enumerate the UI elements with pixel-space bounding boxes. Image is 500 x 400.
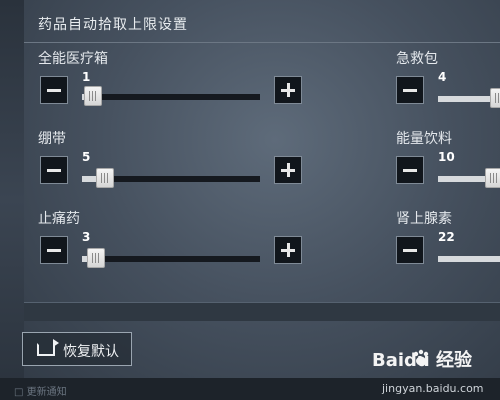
item-value: 10 — [438, 150, 455, 164]
footer-left-text: □ 更新通知 — [14, 387, 67, 398]
slider-fill — [438, 256, 500, 262]
increase-button[interactable] — [274, 156, 302, 184]
restore-default-button[interactable]: 恢复默认 — [22, 332, 132, 366]
left-edge-panel — [0, 0, 24, 400]
decrease-button[interactable] — [40, 156, 68, 184]
setting-item-adrenaline: 肾上腺素 22 — [396, 208, 500, 268]
item-value: 5 — [82, 150, 91, 164]
item-label: 全能医疗箱 — [38, 51, 108, 67]
slider-track[interactable] — [82, 248, 260, 268]
increase-button[interactable] — [274, 76, 302, 104]
slider-track[interactable] — [438, 88, 500, 108]
setting-item-medkit: 全能医疗箱 1 — [38, 48, 302, 108]
decrease-button[interactable] — [40, 76, 68, 104]
setting-item-energy-drink: 能量饮料 10 — [396, 128, 500, 188]
slider-thumb[interactable] — [484, 168, 500, 188]
slider-thumb[interactable] — [83, 86, 102, 106]
setting-item-bandage: 绷带 5 — [38, 128, 302, 188]
slider-thumb[interactable] — [96, 168, 115, 188]
slider-thumb[interactable] — [87, 248, 106, 268]
watermark-url: jingyan.baidu.com — [382, 382, 484, 395]
slider-track[interactable] — [438, 168, 500, 188]
item-value: 4 — [438, 70, 447, 84]
item-value: 22 — [438, 230, 455, 244]
slider-track[interactable] — [438, 256, 500, 262]
item-label: 肾上腺素 — [396, 211, 452, 227]
item-value: 3 — [82, 230, 91, 244]
slider-track[interactable] — [82, 168, 260, 188]
item-label: 止痛药 — [38, 211, 80, 227]
slider-track[interactable] — [82, 86, 260, 106]
title-divider — [24, 42, 500, 43]
restore-default-label: 恢复默认 — [63, 344, 119, 360]
item-label: 绷带 — [38, 131, 66, 147]
section-title: 药品自动拾取上限设置 — [38, 17, 188, 33]
decrease-button[interactable] — [396, 76, 424, 104]
minus-icon — [403, 89, 417, 92]
setting-item-first-aid-kit: 急救包 4 — [396, 48, 500, 108]
item-value: 1 — [82, 70, 91, 84]
panel-bottom-strip — [24, 302, 500, 321]
minus-icon — [403, 169, 417, 172]
setting-item-painkiller: 止痛药 3 — [38, 208, 302, 268]
item-label: 能量饮料 — [396, 131, 452, 147]
item-label: 急救包 — [396, 51, 438, 67]
minus-icon — [403, 249, 417, 252]
reset-icon — [37, 339, 59, 356]
decrease-button[interactable] — [396, 156, 424, 184]
watermark-logo: Baidu 经验 — [372, 350, 473, 371]
minus-icon — [47, 169, 61, 172]
decrease-button[interactable] — [40, 236, 68, 264]
slider-thumb[interactable] — [489, 88, 500, 108]
minus-icon — [47, 89, 61, 92]
decrease-button[interactable] — [396, 236, 424, 264]
increase-button[interactable] — [274, 236, 302, 264]
minus-icon — [47, 249, 61, 252]
